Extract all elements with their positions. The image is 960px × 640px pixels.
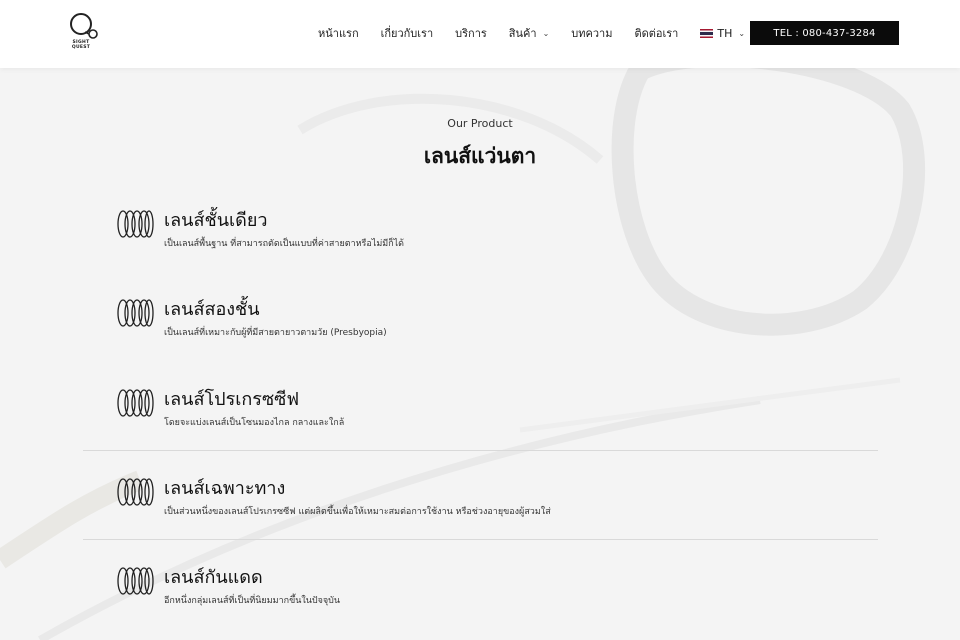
chevron-down-icon: ⌄ — [738, 28, 746, 38]
section-title: เลนส์แว่นตา — [423, 144, 537, 168]
product-item[interactable]: เลนส์เฉพาะทาง เป็นส่วนหนึ่งของเลนส์โปรเก… — [116, 473, 816, 533]
lens-rings-icon — [117, 478, 154, 506]
nav-item-articles[interactable]: บทความ — [571, 24, 612, 42]
divider — [83, 539, 878, 540]
nav-item-about[interactable]: เกี่ยวกับเรา — [381, 24, 434, 42]
product-description: อีกหนึ่งกลุ่มเลนส์ที่เป็นที่นิยมมากขึ้นใ… — [164, 596, 341, 606]
lens-rings-icon — [117, 210, 154, 238]
divider — [83, 450, 878, 451]
lens-rings-icon — [117, 567, 154, 595]
product-description: เป็นส่วนหนึ่งของเลนส์โปรเกรซซีฟ แต่ผลิตข… — [164, 507, 551, 517]
main-nav: หน้าแรก เกี่ยวกับเรา บริการ สินค้า ⌄ บทคว… — [318, 25, 767, 41]
thai-flag-icon — [700, 28, 714, 38]
product-description: โดยจะแบ่งเลนส์เป็นโซนมองไกล กลางและใกล้ — [164, 418, 345, 428]
chevron-down-icon: ⌄ — [542, 28, 550, 38]
product-section: Our Product เลนส์แว่นตา เลนส์ชั้นเดียว เ… — [0, 68, 960, 640]
lens-rings-icon — [117, 389, 154, 417]
product-name: เลนส์ชั้นเดียว — [164, 210, 268, 231]
nav-label: ติดต่อเรา — [634, 27, 679, 40]
language-switcher[interactable]: TH ⌄ — [700, 27, 745, 40]
nav-item-contact[interactable]: ติดต่อเรา — [634, 24, 678, 42]
language-label: TH — [717, 26, 733, 40]
logo-text: SIGHT QUEST — [68, 40, 94, 50]
product-name: เลนส์สองชั้น — [164, 299, 260, 320]
product-name: เลนส์กันแดด — [164, 567, 263, 588]
product-name: เลนส์เฉพาะทาง — [164, 478, 286, 499]
site-header: SIGHT QUEST หน้าแรก เกี่ยวกับเรา บริการ … — [0, 0, 960, 68]
product-name: เลนส์โปรเกรซซีฟ — [164, 389, 300, 410]
nav-label: สินค้า — [508, 27, 537, 40]
nav-label: บทความ — [571, 27, 613, 40]
product-item[interactable]: เลนส์ชั้นเดียว เป็นเลนส์พื้นฐาน ที่สามาร… — [116, 205, 816, 265]
site-logo[interactable]: SIGHT QUEST — [68, 12, 104, 54]
nav-item-services[interactable]: บริการ — [455, 24, 487, 42]
nav-label: หน้าแรก — [318, 27, 359, 40]
nav-label: เกี่ยวกับเรา — [380, 27, 434, 40]
product-item[interactable]: เลนส์กันแดด อีกหนึ่งกลุ่มเลนส์ที่เป็นที่… — [116, 562, 816, 622]
nav-label: บริการ — [455, 27, 487, 40]
logo-mark-icon — [70, 13, 98, 39]
product-description: เป็นเลนส์ที่เหมาะกับผู้ที่มีสายตายาวตามว… — [164, 328, 387, 338]
product-description: เป็นเลนส์พื้นฐาน ที่สามารถตัดเป็นแบบที่ค… — [164, 239, 405, 249]
product-item[interactable]: เลนส์สองชั้น เป็นเลนส์ที่เหมาะกับผู้ที่ม… — [116, 294, 816, 354]
tel-button[interactable]: TEL : 080-437-3284 — [750, 21, 899, 45]
nav-item-home[interactable]: หน้าแรก — [318, 24, 359, 42]
product-item[interactable]: เลนส์โปรเกรซซีฟ โดยจะแบ่งเลนส์เป็นโซนมอง… — [116, 384, 816, 444]
lens-rings-icon — [117, 299, 154, 327]
section-eyebrow: Our Product — [447, 117, 513, 130]
logo-line-2: QUEST — [71, 45, 91, 50]
nav-item-products[interactable]: สินค้า ⌄ — [509, 24, 549, 42]
